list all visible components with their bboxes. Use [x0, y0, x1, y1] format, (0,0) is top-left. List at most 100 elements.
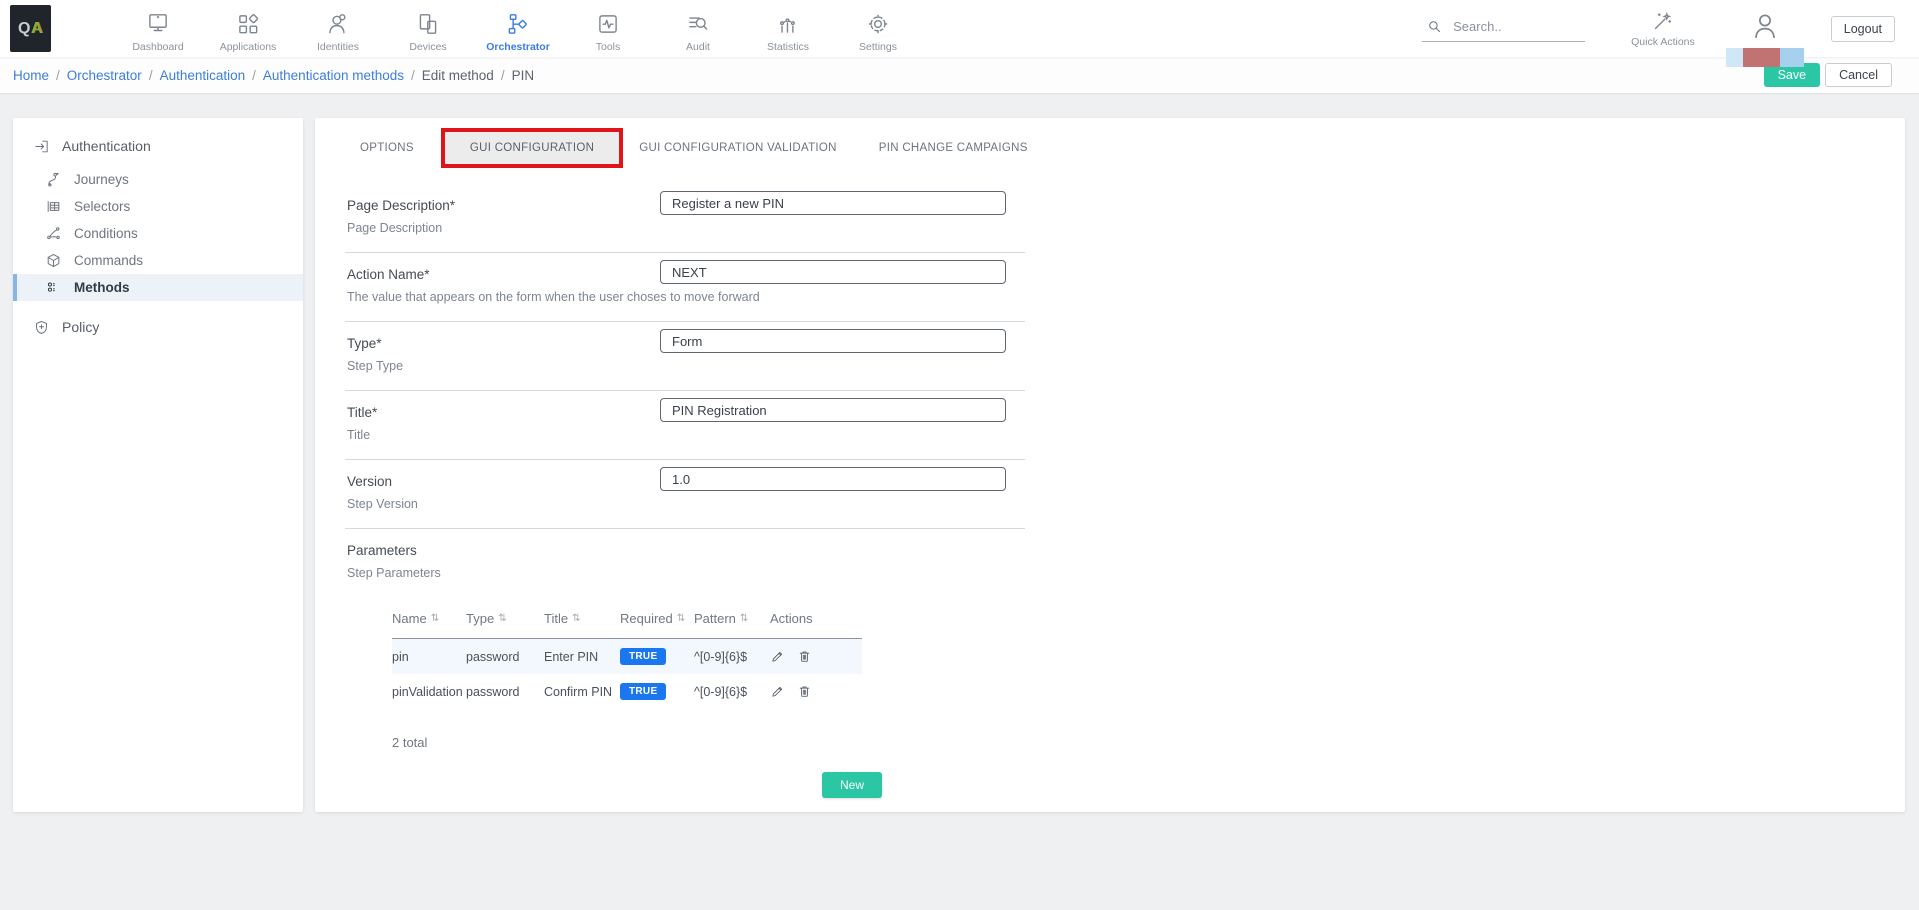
sidebar-sub-items: Journeys Selectors Conditions Commands M… [13, 166, 303, 301]
nav-item-orchestrator[interactable]: Orchestrator [473, 5, 563, 53]
edit-pencil-icon[interactable] [770, 684, 785, 699]
form: Page Description* Page Description Actio… [345, 184, 1025, 597]
login-icon [33, 138, 50, 155]
tab-gui-configuration-validation[interactable]: GUI CONFIGURATION VALIDATION [639, 142, 837, 154]
tab-pin-change-campaigns[interactable]: PIN CHANGE CAMPAIGNS [879, 142, 1028, 154]
sidebar-item-journeys[interactable]: Journeys [13, 166, 303, 193]
selectors-icon [45, 198, 62, 215]
nav-item-applications[interactable]: Applications [203, 5, 293, 53]
column-header-pattern[interactable]: Pattern ⇅ [694, 611, 770, 626]
field-helper: Step Type [347, 359, 1025, 373]
nav-item-identities[interactable]: Identities [293, 5, 383, 53]
content-area: Authentication Journeys Selectors Condit… [0, 93, 1919, 910]
logout-button[interactable]: Logout [1831, 16, 1895, 42]
required-badge: TRUE [620, 648, 666, 665]
breadcrumb-link-orchestrator[interactable]: Orchestrator [67, 68, 142, 83]
sort-icon: ⇅ [498, 613, 506, 624]
nav-item-devices[interactable]: Devices [383, 5, 473, 53]
sort-icon: ⇅ [431, 613, 439, 624]
nav-item-dashboard[interactable]: Dashboard [113, 5, 203, 53]
param-type: password [466, 650, 544, 664]
breadcrumb-link-authentication-methods[interactable]: Authentication methods [263, 68, 404, 83]
param-type: password [466, 685, 544, 699]
param-title: Confirm PIN [544, 685, 620, 699]
search-input[interactable] [1453, 19, 1581, 34]
field-title: Title* Title [345, 391, 1025, 460]
nav-item-settings[interactable]: Settings [833, 5, 923, 53]
version-input[interactable] [660, 467, 1006, 491]
title-input[interactable] [660, 398, 1006, 422]
field-helper: Page Description [347, 221, 1025, 235]
column-label: Name [392, 611, 427, 626]
column-header-name[interactable]: Name ⇅ [392, 611, 466, 626]
sidebar-item-selectors[interactable]: Selectors [13, 193, 303, 220]
param-name: pin [392, 650, 466, 664]
field-version: Version Step Version [345, 460, 1025, 529]
nav-item-tools[interactable]: Tools [563, 5, 653, 53]
required-badge: TRUE [620, 683, 666, 700]
column-label: Pattern [694, 611, 736, 626]
field-page-description: Page Description* Page Description [345, 184, 1025, 253]
sidebar-item-policy[interactable]: Policy [13, 311, 303, 343]
field-helper: Step Version [347, 497, 1025, 511]
breadcrumb-link-home[interactable]: Home [13, 68, 49, 83]
param-title: Enter PIN [544, 650, 620, 664]
delete-trash-icon[interactable] [797, 684, 812, 699]
sort-icon: ⇅ [740, 613, 748, 624]
search-icon [1426, 18, 1443, 35]
cancel-button[interactable]: Cancel [1825, 63, 1892, 87]
column-header-title[interactable]: Title⇅ [544, 611, 620, 626]
column-header-type[interactable]: Type⇅ [466, 611, 544, 626]
tools-icon [595, 11, 621, 37]
avatar-image [1726, 48, 1804, 67]
param-pattern: ^[0-9]{6}$ [694, 685, 770, 699]
action-name-input[interactable] [660, 260, 1006, 284]
new-parameter-button[interactable]: New [822, 772, 882, 798]
sidebar-item-label: Selectors [74, 199, 130, 214]
journeys-icon [45, 171, 62, 188]
statistics-icon [775, 11, 801, 37]
field-helper: The value that appears on the form when … [347, 290, 1025, 304]
sidebar-item-commands[interactable]: Commands [13, 247, 303, 274]
app-logo[interactable]: QA [10, 5, 51, 52]
page-description-input[interactable] [660, 191, 1006, 215]
conditions-icon [45, 225, 62, 242]
sidebar-item-conditions[interactable]: Conditions [13, 220, 303, 247]
param-required: TRUE [620, 683, 694, 700]
parameters-title: Parameters [347, 543, 1025, 558]
column-header-required[interactable]: Required⇅ [620, 611, 694, 626]
nav-label: Applications [220, 41, 277, 53]
save-button[interactable]: Save [1764, 63, 1821, 87]
sidebar-item-label: Policy [62, 319, 99, 335]
user-icon [1750, 11, 1780, 41]
delete-trash-icon[interactable] [797, 649, 812, 664]
nav-item-statistics[interactable]: Statistics [743, 5, 833, 53]
user-avatar[interactable] [1743, 11, 1787, 55]
breadcrumb-bar: Home / Orchestrator / Authentication / A… [0, 57, 1919, 93]
edit-pencil-icon[interactable] [770, 649, 785, 664]
sidebar-item-methods[interactable]: Methods [13, 274, 303, 301]
tab-bar: OPTIONS GUI CONFIGURATION GUI CONFIGURAT… [360, 128, 1905, 168]
tab-gui-configuration[interactable]: GUI CONFIGURATION [445, 132, 619, 164]
breadcrumb-separator: / [411, 68, 415, 83]
sort-icon: ⇅ [677, 613, 685, 624]
commands-icon [45, 252, 62, 269]
breadcrumb-separator: / [56, 68, 60, 83]
topbar-right: Quick Actions Logout [1422, 3, 1919, 55]
sidebar-section-authentication[interactable]: Authentication [13, 130, 303, 162]
field-action-name: Action Name* The value that appears on t… [345, 253, 1025, 322]
nav-label: Audit [686, 41, 710, 53]
nav-item-audit[interactable]: Audit [653, 5, 743, 53]
breadcrumb-link-authentication[interactable]: Authentication [160, 68, 246, 83]
quick-actions-button[interactable]: Quick Actions [1631, 9, 1695, 48]
sidebar-item-label: Commands [74, 253, 143, 268]
param-pattern: ^[0-9]{6}$ [694, 650, 770, 664]
row-actions [770, 649, 856, 664]
table-header-row: Name⇅ Type⇅ Title⇅ Required⇅ Pattern⇅ Ac… [392, 599, 862, 639]
tab-options[interactable]: OPTIONS [360, 142, 414, 154]
main-panel: OPTIONS GUI CONFIGURATION GUI CONFIGURAT… [315, 118, 1905, 812]
breadcrumb-separator: / [149, 68, 153, 83]
table-row: pinValidation password Confirm PIN TRUE … [392, 674, 862, 709]
type-input[interactable] [660, 329, 1006, 353]
devices-icon [415, 11, 441, 37]
